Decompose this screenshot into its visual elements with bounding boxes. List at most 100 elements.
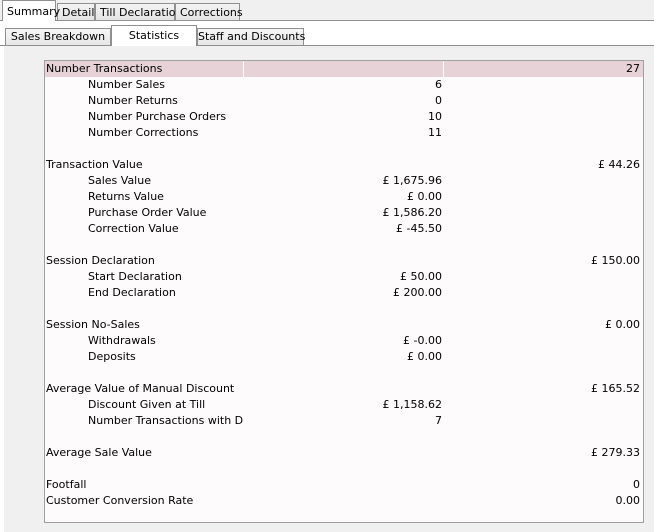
row-total-value xyxy=(444,189,643,205)
tab-detail[interactable]: Detail xyxy=(57,3,95,20)
row-label: Sales Value xyxy=(88,174,151,187)
row-sub-value: £ 50.00 xyxy=(400,270,442,283)
row-sub-value xyxy=(244,477,444,493)
statistics-panel: Number Transactions 27 Number Sales 6 Number… xyxy=(4,46,654,532)
row-total-value xyxy=(444,221,643,237)
statistics-row: Transaction Value £ 44.26 xyxy=(45,157,643,173)
row-total-value xyxy=(444,93,643,109)
row-label: Session Declaration xyxy=(46,254,155,267)
row-total-value xyxy=(444,413,643,429)
statistics-row: Correction Value £ -45.50 xyxy=(45,221,643,237)
row-sub-value: £ 1,158.62 xyxy=(382,398,442,411)
row-sub-value xyxy=(244,381,444,397)
statistics-row: Customer Conversion Rate 0.00 xyxy=(45,493,643,509)
row-total-value: £ 0.00 xyxy=(605,318,640,331)
row-total-value: 27 xyxy=(626,62,640,75)
spacer-row xyxy=(45,237,643,253)
row-sub-value: £ -0.00 xyxy=(403,334,442,347)
row-label: Average Value of Manual Discount xyxy=(46,382,235,395)
row-total-value xyxy=(444,269,643,285)
row-sub-value: 7 xyxy=(435,414,442,427)
row-sub-value: £ 200.00 xyxy=(393,286,442,299)
statistics-row: Number Corrections 11 xyxy=(45,125,643,141)
row-total-value: £ 150.00 xyxy=(591,254,640,267)
statistics-row: Withdrawals £ -0.00 xyxy=(45,333,643,349)
row-total-value xyxy=(444,349,643,365)
top-tab-bar: Summary Detail Till Declaration Correcti… xyxy=(0,0,654,21)
spacer-row xyxy=(45,301,643,317)
row-sub-value: £ 0.00 xyxy=(407,190,442,203)
row-label: Average Sale Value xyxy=(46,446,152,459)
row-sub-value xyxy=(244,61,444,77)
tab-summary[interactable]: Summary xyxy=(2,0,60,21)
summary-content: Sales Breakdown Statistics Staff and Dis… xyxy=(0,21,654,532)
till-summary-window: Summary Detail Till Declaration Correcti… xyxy=(0,0,654,532)
row-total-value: 0 xyxy=(633,478,640,491)
row-label xyxy=(45,365,244,381)
statistics-table: Number Transactions 27 Number Sales 6 Number… xyxy=(44,60,644,523)
row-total-value: £ 44.26 xyxy=(598,158,640,171)
row-total-value xyxy=(444,173,643,189)
row-label: Discount Given at Till xyxy=(88,398,206,411)
row-sub-value xyxy=(244,493,444,509)
statistics-row: Deposits £ 0.00 xyxy=(45,349,643,365)
row-label: Number Sales xyxy=(88,78,165,91)
row-sub-value: 11 xyxy=(428,126,442,139)
row-sub-value xyxy=(244,157,444,173)
statistics-row: Number Transactions with Dis... 7 xyxy=(45,413,643,429)
row-label xyxy=(45,141,244,157)
row-total-value xyxy=(444,333,643,349)
row-total-value xyxy=(444,285,643,301)
spacer-row xyxy=(45,461,643,477)
row-sub-value xyxy=(244,461,444,477)
row-label: Start Declaration xyxy=(88,270,182,283)
spacer-row xyxy=(45,365,643,381)
tab-statistics[interactable]: Statistics xyxy=(111,25,197,46)
statistics-row: Sales Value £ 1,675.96 xyxy=(45,173,643,189)
row-label xyxy=(45,461,244,477)
row-sub-value xyxy=(244,429,444,445)
row-total-value xyxy=(444,237,643,253)
row-total-value xyxy=(444,125,643,141)
tab-corrections[interactable]: Corrections xyxy=(175,3,243,20)
row-total-value xyxy=(444,429,643,445)
row-sub-value xyxy=(244,301,444,317)
spacer-row xyxy=(45,429,643,445)
row-sub-value: 10 xyxy=(428,110,442,123)
row-sub-value xyxy=(244,237,444,253)
row-total-value xyxy=(444,397,643,413)
row-label: Customer Conversion Rate xyxy=(46,494,194,507)
row-total-value xyxy=(444,205,643,221)
row-total-value xyxy=(444,141,643,157)
row-label: Returns Value xyxy=(88,190,164,203)
statistics-row: Number Purchase Orders 10 xyxy=(45,109,643,125)
tab-till-declaration[interactable]: Till Declaration xyxy=(95,3,182,20)
row-total-value xyxy=(444,365,643,381)
statistics-row: Session Declaration £ 150.00 xyxy=(45,253,643,269)
statistics-row: Number Transactions 27 xyxy=(45,61,643,77)
row-total-value: 0.00 xyxy=(615,494,641,507)
row-label xyxy=(45,301,244,317)
row-total-value xyxy=(444,461,643,477)
spacer-row xyxy=(45,141,643,157)
statistics-row: Average Sale Value £ 279.33 xyxy=(45,445,643,461)
row-sub-value xyxy=(244,317,444,333)
row-label: Purchase Order Value xyxy=(88,206,207,219)
row-total-value: £ 165.52 xyxy=(591,382,640,395)
statistics-row: Purchase Order Value £ 1,586.20 xyxy=(45,205,643,221)
row-label: Deposits xyxy=(88,350,136,363)
tab-sales-breakdown[interactable]: Sales Breakdown xyxy=(5,28,111,46)
row-sub-value: £ -45.50 xyxy=(396,222,442,235)
row-label: Session No-Sales xyxy=(46,318,140,331)
statistics-row: Average Value of Manual Discount £ 165.52 xyxy=(45,381,643,397)
row-sub-value: £ 0.00 xyxy=(407,350,442,363)
statistics-row: Number Sales 6 xyxy=(45,77,643,93)
row-sub-value xyxy=(244,141,444,157)
row-label: Number Corrections xyxy=(88,126,199,139)
statistics-row: Footfall 0 xyxy=(45,477,643,493)
row-total-value: £ 279.33 xyxy=(591,446,640,459)
statistics-row: Start Declaration £ 50.00 xyxy=(45,269,643,285)
row-label: Correction Value xyxy=(88,222,179,235)
row-total-value xyxy=(444,109,643,125)
tab-staff-and-discounts[interactable]: Staff and Discounts xyxy=(197,28,305,46)
